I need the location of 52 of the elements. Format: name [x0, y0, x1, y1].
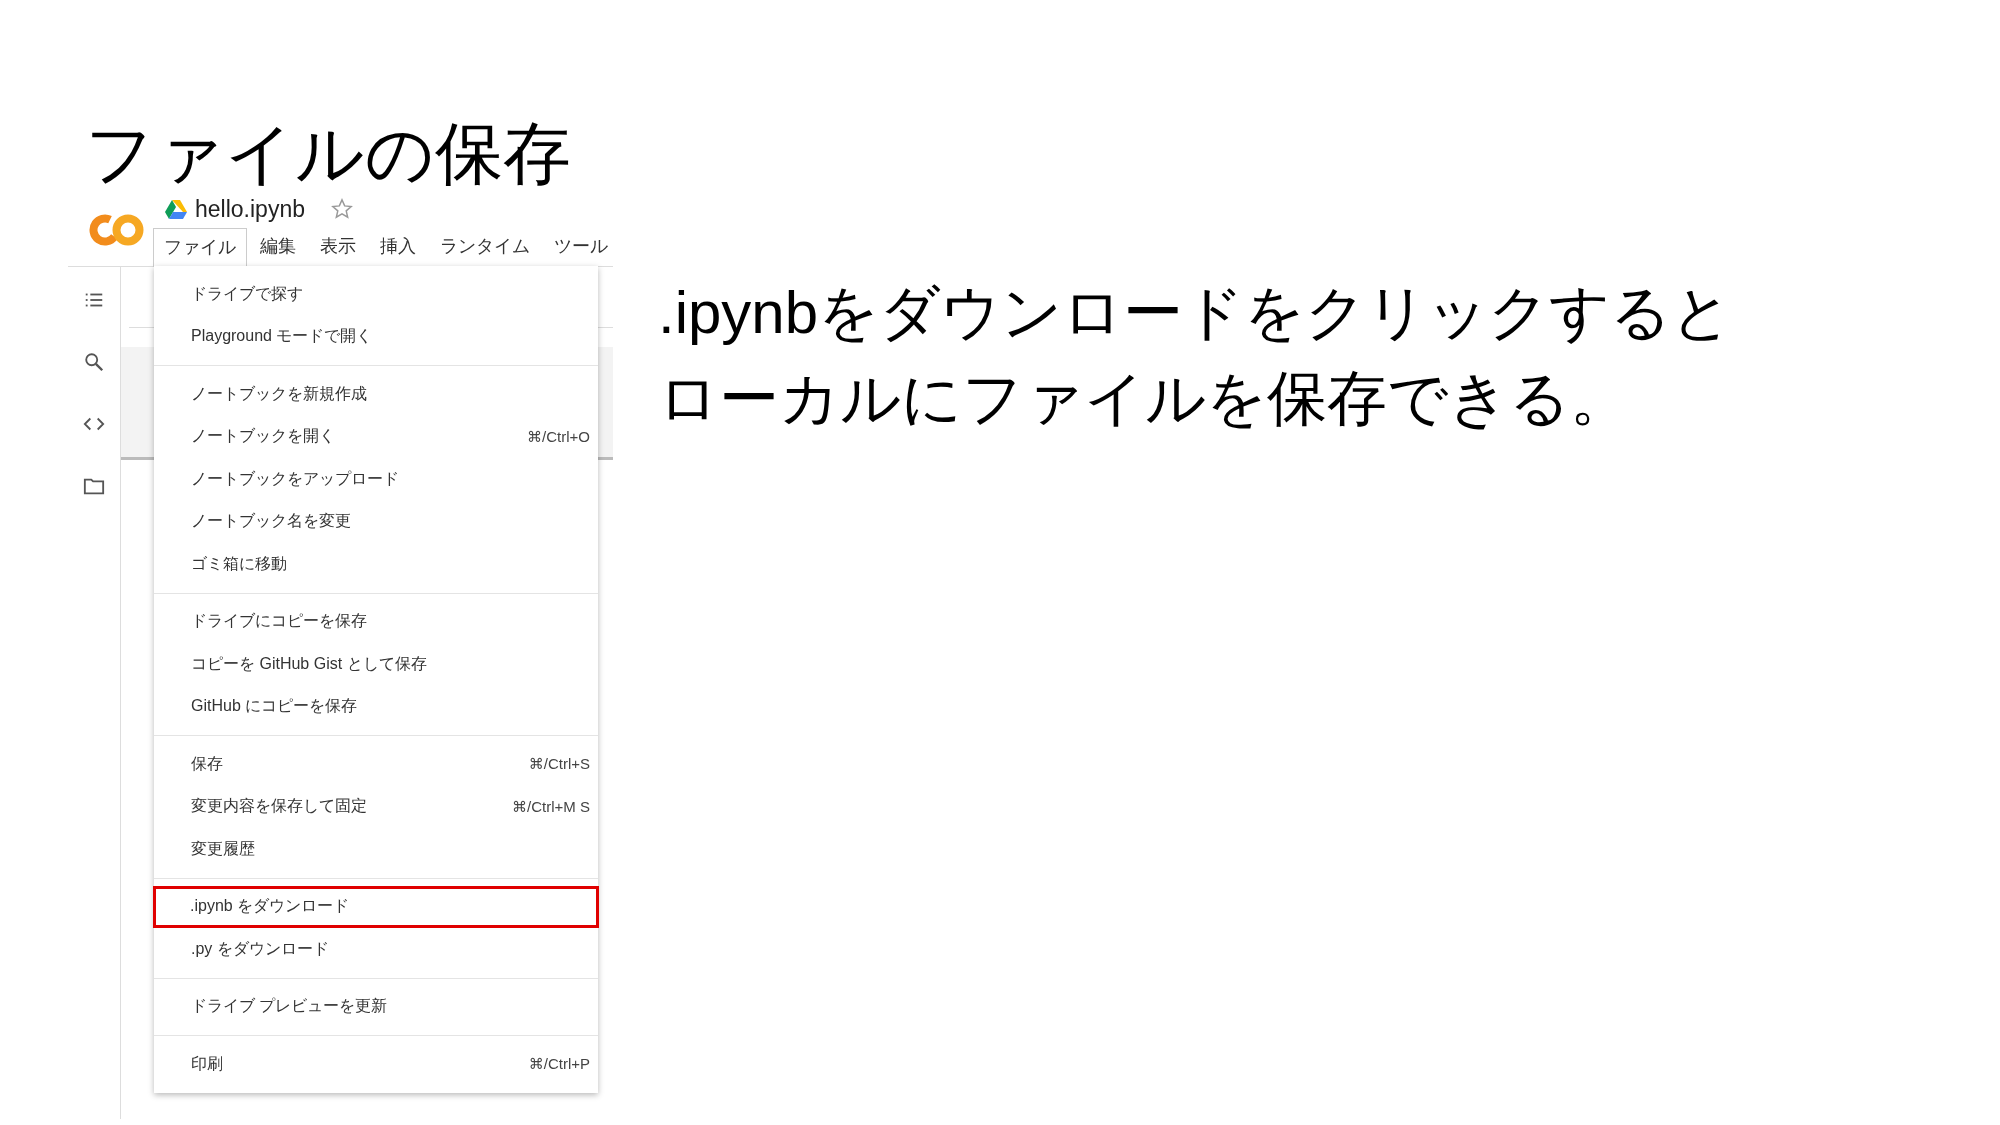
- menu-item-label: .py をダウンロード: [191, 938, 329, 959]
- menu-item[interactable]: ノートブックをアップロード: [154, 458, 598, 501]
- menu-item[interactable]: ドライブ プレビューを更新: [154, 985, 598, 1028]
- menu-item-label: ノートブックをアップロード: [191, 468, 399, 489]
- description-text: ローカルにファイルを保存できる。: [658, 364, 1631, 434]
- menu-item[interactable]: Playground モードで開く: [154, 315, 598, 358]
- menu-item-label: ドライブ プレビューを更新: [191, 996, 388, 1017]
- menu-tab[interactable]: 編集: [249, 227, 307, 266]
- menu-item[interactable]: GitHub にコピーを保存: [154, 685, 598, 728]
- menu-item-label: Playground モードで開く: [191, 326, 373, 347]
- menu-item-label: ノートブックを開く: [191, 426, 335, 447]
- shortcut-label: ⌘/Ctrl+O: [527, 427, 590, 446]
- slide-title: ファイルの保存: [85, 114, 572, 193]
- menu-item[interactable]: ノートブックを新規作成: [154, 373, 598, 416]
- menu-item[interactable]: ノートブック名を変更: [154, 500, 598, 543]
- menu-item[interactable]: ドライブで探す: [154, 273, 598, 316]
- menu-item-label: ドライブで探す: [191, 283, 303, 304]
- shortcut-label: ⌘/Ctrl+S: [528, 755, 590, 774]
- menu-item-label: 変更履歴: [191, 838, 255, 859]
- menu-item[interactable]: 保存 ⌘/Ctrl+S: [154, 743, 598, 786]
- menu-item[interactable]: .py をダウンロード: [154, 928, 598, 971]
- menu-item[interactable]: 変更内容を保存して固定 ⌘/Ctrl+M S: [154, 785, 598, 828]
- menu-tab[interactable]: ツール: [543, 227, 619, 266]
- menu-tab[interactable]: 挿入: [369, 227, 427, 266]
- menu-item-label: ドライブにコピーを保存: [191, 611, 367, 632]
- menu-item[interactable]: ノートブックを開く ⌘/Ctrl+O: [154, 415, 598, 458]
- menu-tab[interactable]: 表示: [309, 227, 367, 266]
- logo-icon: [89, 213, 145, 247]
- menu-item[interactable]: .ipynb をダウンロード: [153, 885, 599, 928]
- star-icon[interactable]: [330, 198, 353, 220]
- menu-item[interactable]: コピーを GitHub Gist として保存: [154, 643, 598, 686]
- menu-item[interactable]: 変更履歴: [154, 828, 598, 871]
- menu-item-label: ノートブックを新規作成: [191, 383, 367, 404]
- shortcut-label: ⌘/Ctrl+M S: [512, 797, 590, 816]
- description-text: .ipynbをダウンロードをクリックすると: [658, 278, 1733, 348]
- menu-item-label: 変更内容を保存して固定: [191, 796, 367, 817]
- menu-item-label: 保存: [191, 753, 223, 774]
- menu-item-label: GitHub にコピーを保存: [191, 696, 358, 717]
- menu-item-label: ノートブック名を変更: [191, 511, 351, 532]
- menu-item[interactable]: ドライブにコピーを保存: [154, 600, 598, 643]
- search-icon[interactable]: [83, 351, 105, 373]
- drive-icon: [165, 199, 187, 219]
- shortcut-label: ⌘/Ctrl+P: [528, 1055, 590, 1074]
- file-name[interactable]: hello.ipynb: [195, 195, 305, 223]
- menu-item[interactable]: 印刷 ⌘/Ctrl+P: [154, 1043, 598, 1086]
- menu-item[interactable]: ゴミ箱に移動: [154, 543, 598, 586]
- menu-item-label: コピーを GitHub Gist として保存: [191, 653, 427, 674]
- menu-item-label: .ipynb をダウンロード: [190, 896, 350, 917]
- menu-item-label: ゴミ箱に移動: [191, 553, 287, 574]
- menu-item-label: 印刷: [191, 1053, 223, 1074]
- menu-tab[interactable]: ファイル: [153, 228, 247, 267]
- menu-tab[interactable]: ランタイム: [429, 227, 541, 266]
